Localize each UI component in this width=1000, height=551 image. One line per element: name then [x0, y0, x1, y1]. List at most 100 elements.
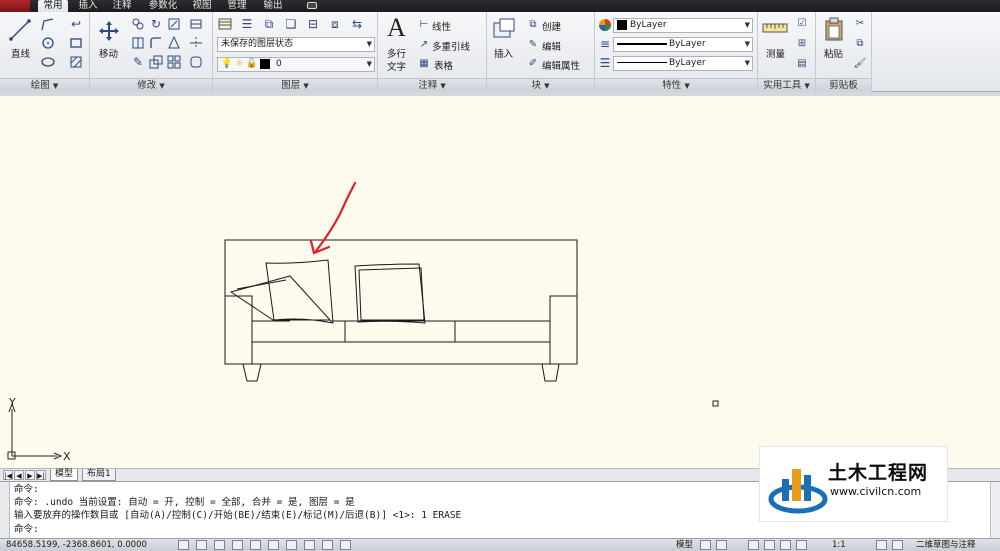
application-menu-button[interactable] — [0, 0, 30, 12]
edit-attribute-label[interactable]: 编辑属性 — [542, 58, 580, 72]
tab-output[interactable]: 输出 — [258, 0, 288, 12]
stretch-icon[interactable] — [166, 35, 182, 51]
sofa-right-arm[interactable] — [549, 295, 577, 364]
layer-walk-icon[interactable]: ⇆ — [349, 16, 365, 32]
insert-block-icon[interactable] — [492, 17, 516, 41]
quick-view-layouts-button[interactable] — [700, 540, 711, 550]
sofa-pillow-back[interactable] — [265, 259, 334, 324]
edit-attribute-icon[interactable]: ✐ — [527, 56, 539, 70]
mtext-label-2[interactable]: 文字 — [387, 59, 406, 73]
edit-block-icon[interactable]: ✎ — [527, 37, 539, 51]
layer-match-icon[interactable]: ⧈ — [327, 16, 343, 32]
quick-select-icon[interactable]: ☑ — [796, 16, 808, 30]
scale-icon[interactable] — [148, 54, 164, 70]
circle-icon[interactable] — [40, 35, 56, 51]
tab-manage[interactable]: 管理 — [222, 0, 252, 12]
polar-toggle[interactable] — [250, 540, 261, 550]
lineweight-icon[interactable]: ≡ — [597, 36, 613, 52]
color-wheel-icon[interactable] — [597, 17, 613, 33]
line-icon[interactable] — [8, 18, 32, 42]
fillet-icon[interactable] — [148, 35, 164, 51]
sofa-pillow-right[interactable] — [354, 263, 426, 324]
grid-toggle[interactable] — [196, 540, 207, 550]
drawing-canvas[interactable]: Y X — [0, 96, 1000, 468]
rotate-icon[interactable]: ↻ — [148, 16, 164, 32]
polyline-icon[interactable] — [40, 16, 56, 32]
offset-icon[interactable] — [188, 54, 204, 70]
sofa-seat-front[interactable] — [251, 320, 551, 343]
panel-block-title[interactable]: 块 ▼ — [487, 78, 594, 92]
layer-lock-icon[interactable]: ⊟ — [305, 16, 321, 32]
lineweight-dropdown[interactable]: ByLayer ▼ — [613, 37, 753, 52]
quick-view-drawings-button[interactable] — [716, 540, 727, 550]
rectangle-icon[interactable] — [68, 35, 84, 51]
showmotion-button[interactable] — [796, 540, 807, 550]
table-label[interactable]: 表格 — [434, 58, 453, 72]
layer-off-icon[interactable]: ⧉ — [261, 16, 277, 32]
model-space-label[interactable]: 模型 — [676, 539, 693, 551]
tab-layout1[interactable]: 布局1 — [82, 469, 116, 481]
first-layout-button[interactable]: |◀ — [3, 470, 13, 480]
ortho-toggle[interactable] — [232, 540, 243, 550]
sofa-leg-left[interactable] — [242, 363, 262, 382]
panel-utilities-title[interactable]: 实用工具 ▼ — [758, 78, 815, 92]
osnap-toggle[interactable] — [268, 540, 279, 550]
copy-icon[interactable]: ⧉ — [854, 36, 866, 50]
ribbon-minimize-button[interactable] — [307, 2, 317, 9]
panel-layers-title[interactable]: 图层 ▼ — [213, 78, 377, 92]
multileader-label[interactable]: 多重引线 — [432, 39, 470, 53]
sofa-left-arm[interactable] — [225, 295, 253, 364]
edit-label[interactable]: 编辑 — [542, 39, 561, 53]
table-icon[interactable]: ▦ — [418, 56, 430, 70]
trim-icon[interactable] — [166, 16, 182, 32]
linetype-icon[interactable]: ☰ — [597, 55, 613, 71]
linear-dimension-icon[interactable]: ⊢ — [418, 17, 430, 31]
infer-constraints-toggle[interactable] — [178, 540, 189, 550]
tab-view[interactable]: 视图 — [187, 0, 217, 12]
copy-object-icon[interactable] — [130, 16, 146, 32]
dyn-toggle[interactable] — [322, 540, 333, 550]
panel-properties-title[interactable]: 特性 ▼ — [595, 78, 757, 92]
tab-insert[interactable]: 插入 — [73, 0, 103, 12]
create-block-icon[interactable]: ⧉ — [527, 17, 539, 31]
paste-icon[interactable] — [824, 17, 844, 41]
layer-state-dropdown[interactable]: 未保存的图层状态 ▼ — [217, 37, 375, 52]
last-layout-button[interactable]: ▶| — [36, 470, 46, 480]
sofa-seat-cushions[interactable] — [252, 320, 456, 342]
panel-modify-title[interactable]: 修改 ▼ — [90, 78, 212, 92]
lineweight-toggle[interactable] — [340, 540, 351, 550]
array-icon[interactable] — [166, 54, 182, 70]
explode-icon[interactable] — [188, 35, 204, 51]
linear-label[interactable]: 线性 — [432, 19, 451, 33]
mtext-icon[interactable]: A — [387, 13, 406, 43]
tab-model[interactable]: 模型 — [50, 469, 79, 481]
otrack-toggle[interactable] — [286, 540, 297, 550]
linetype-dropdown[interactable]: ByLayer ▼ — [613, 56, 753, 71]
cut-icon[interactable]: ✂ — [854, 16, 866, 30]
mirror-icon[interactable] — [130, 35, 146, 51]
prev-layout-button[interactable]: ◀ — [14, 470, 24, 480]
annotation-scale[interactable]: 1:1 — [832, 539, 846, 551]
sofa-leg-right[interactable] — [541, 363, 560, 382]
snap-toggle[interactable] — [214, 540, 225, 550]
measure-icon[interactable] — [762, 20, 788, 36]
hatch-icon[interactable] — [68, 54, 84, 70]
calculator-icon[interactable]: ▤ — [796, 56, 808, 70]
sofa-outline[interactable] — [224, 239, 578, 365]
tab-home[interactable]: 常用 — [38, 0, 68, 12]
pan-button[interactable] — [748, 540, 759, 550]
steeringwheel-button[interactable] — [780, 540, 791, 550]
auto-scale-toggle[interactable] — [892, 540, 903, 550]
workspace-switch[interactable]: 二维草图与注释 — [916, 539, 976, 551]
panel-annotation-title[interactable]: 注释 ▼ — [378, 78, 486, 92]
command-scrollbar[interactable] — [990, 482, 1000, 539]
layer-freeze-icon[interactable]: ❏ — [283, 16, 299, 32]
tab-annotate[interactable]: 注释 — [107, 0, 137, 12]
move-icon[interactable] — [98, 20, 120, 42]
command-input-line[interactable]: 命令: — [14, 524, 39, 535]
sofa-drawing[interactable] — [224, 239, 578, 382]
annotation-visibility-toggle[interactable] — [876, 540, 887, 550]
tab-parametric[interactable]: 参数化 — [144, 0, 182, 12]
undo-icon[interactable]: ↩ — [68, 16, 84, 32]
erase-icon[interactable] — [188, 16, 204, 32]
